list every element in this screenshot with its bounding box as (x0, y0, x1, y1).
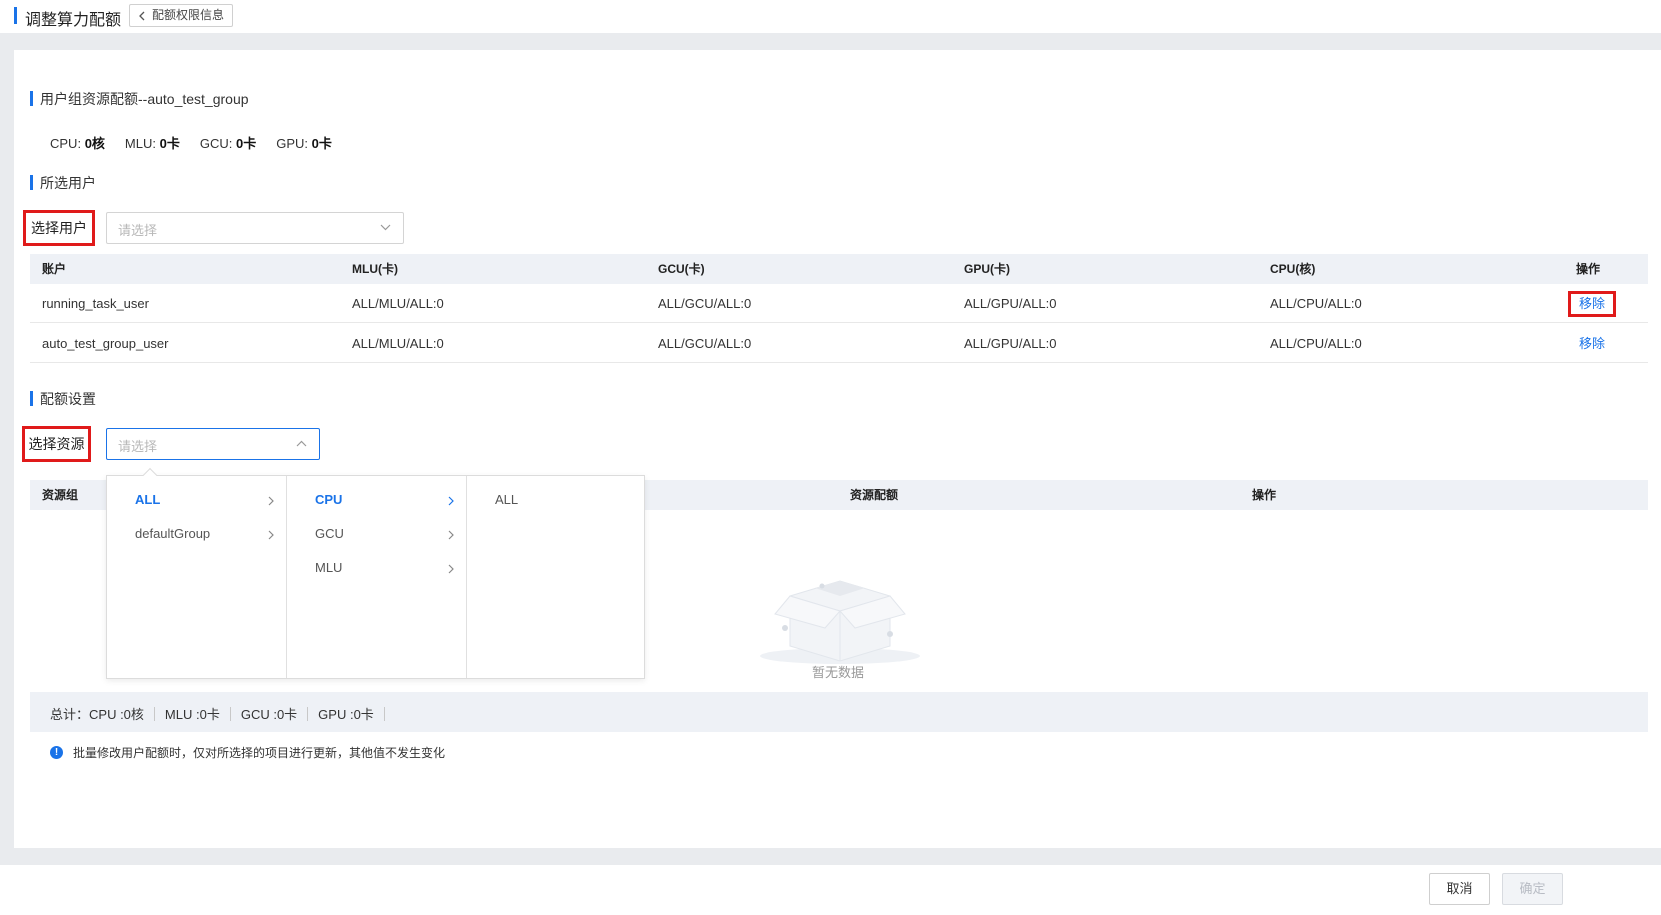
empty-box-icon (760, 580, 920, 664)
quota-section-title: 配额设置 (30, 389, 230, 409)
cascader-option-gcu[interactable]: GCU (287, 518, 466, 552)
batch-edit-hint: ! 批量修改用户配额时，仅对所选择的项目进行更新，其他值不发生变化 (50, 744, 445, 761)
quota-cpu: CPU: 0核 (50, 136, 105, 151)
cascader-option-cpu[interactable]: CPU (287, 484, 466, 518)
quota-gcu: GCU: 0卡 (199, 136, 257, 151)
user-select[interactable]: 请选择 (106, 212, 404, 244)
cascader-column-resource: CPU GCU MLU (287, 476, 467, 678)
title-accent-bar (14, 7, 17, 24)
cascader-option-mlu[interactable]: MLU (287, 552, 466, 586)
users-table-header: 账户 MLU(卡) GCU(卡) GPU(卡) CPU(核) 操作 (30, 254, 1648, 284)
info-icon: ! (50, 746, 63, 759)
col-account: 账户 (42, 262, 67, 276)
chevron-right-icon (448, 496, 454, 506)
col-resource-group: 资源组 (42, 488, 79, 502)
col-cpu: CPU(核) (1270, 262, 1316, 276)
back-button-label: 配额权限信息 (152, 8, 225, 22)
chevron-right-icon (448, 530, 454, 540)
group-section-title: 用户组资源配额--auto_test_group (30, 89, 430, 109)
total-gcu: GCU :0卡 (240, 707, 298, 722)
col-resource-quota: 资源配额 (850, 488, 899, 502)
page-title: 调整算力配额 (25, 12, 122, 29)
users-table: 账户 MLU(卡) GCU(卡) GPU(卡) CPU(核) 操作 runnin… (30, 254, 1648, 366)
total-cpu: CPU :0核 (89, 707, 144, 722)
back-button[interactable]: 配额权限信息 (129, 4, 234, 27)
cascader-column-group: ALL defaultGroup (107, 476, 287, 678)
resource-select[interactable]: 请选择 (106, 428, 320, 460)
resource-cascader-dropdown: ALL defaultGroup CPU GCU MLU ALL (106, 467, 645, 679)
total-mlu: MLU :0卡 (164, 707, 220, 722)
remove-button[interactable]: 移除 (1568, 291, 1617, 317)
confirm-button[interactable]: 确定 (1502, 873, 1563, 905)
cancel-button[interactable]: 取消 (1429, 873, 1490, 905)
col-quota-action: 操作 (1252, 488, 1277, 502)
resource-select-placeholder: 请选择 (118, 439, 158, 454)
table-row: running_task_user ALL/MLU/ALL:0 ALL/GCU/… (30, 284, 1648, 323)
top-bar: 调整算力配额 配额权限信息 (0, 0, 1661, 33)
total-label: 总计： (50, 707, 90, 722)
select-resource-label: 选择资源 (22, 426, 91, 462)
users-section-title: 所选用户 (30, 173, 230, 193)
cascader-option-defaultgroup[interactable]: defaultGroup (107, 518, 286, 552)
cascader-option-all-value[interactable]: ALL (467, 484, 644, 518)
quota-gpu: GPU: 0卡 (276, 136, 332, 151)
quota-mlu: MLU: 0卡 (124, 136, 180, 151)
select-user-label: 选择用户 (23, 210, 95, 246)
group-quota-summary: CPU: 0核 MLU: 0卡 GCU: 0卡 GPU: 0卡 (50, 133, 332, 152)
user-select-placeholder: 请选择 (118, 223, 158, 238)
chevron-right-icon (268, 530, 274, 540)
table-row: auto_test_group_user ALL/MLU/ALL:0 ALL/G… (30, 324, 1648, 363)
quota-total-bar: 总计： CPU :0核 MLU :0卡 GCU :0卡 GPU :0卡 (30, 692, 1648, 732)
chevron-left-icon (139, 11, 145, 20)
col-gcu: GCU(卡) (658, 262, 705, 276)
chevron-right-icon (268, 496, 274, 506)
empty-state-text: 暂无数据 (812, 665, 865, 680)
hint-text: 批量修改用户配额时，仅对所选择的项目进行更新，其他值不发生变化 (73, 746, 446, 760)
cascader-option-all[interactable]: ALL (107, 484, 286, 518)
col-mlu: MLU(卡) (352, 262, 398, 276)
remove-button[interactable]: 移除 (1579, 324, 1605, 363)
col-gpu: GPU(卡) (964, 262, 1010, 276)
cascader-column-value: ALL (467, 476, 644, 678)
total-gpu: GPU :0卡 (318, 707, 374, 722)
col-action: 操作 (1576, 262, 1601, 276)
chevron-down-icon (380, 224, 391, 231)
chevron-right-icon (448, 564, 454, 574)
chevron-up-icon (296, 440, 307, 447)
